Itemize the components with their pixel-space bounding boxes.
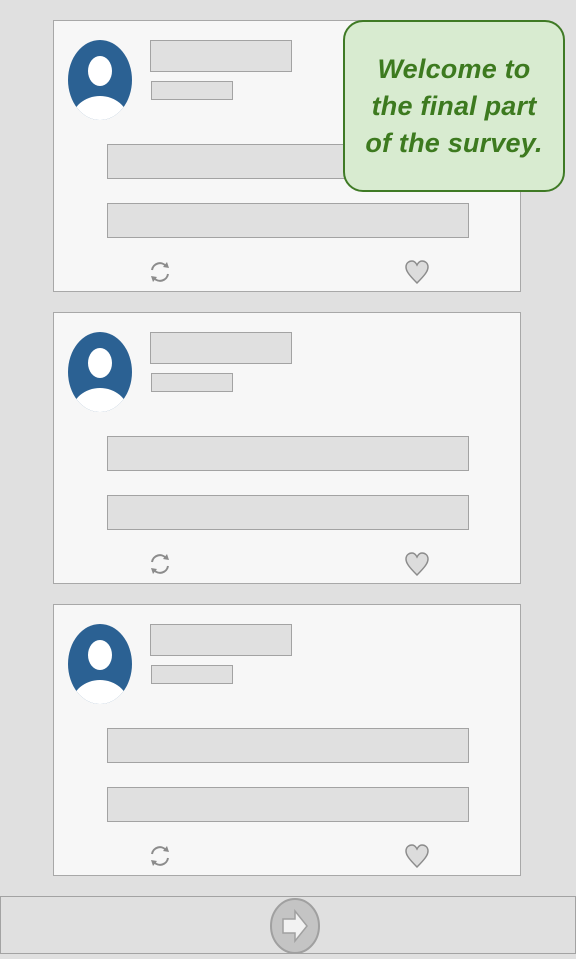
footer-bar: [0, 896, 576, 954]
post-text-placeholder: [107, 728, 469, 763]
post-card: [53, 312, 521, 584]
callout-line: Welcome to: [377, 53, 531, 84]
retweet-icon[interactable]: [146, 258, 174, 286]
heart-icon[interactable]: [403, 550, 431, 578]
handle-placeholder: [151, 81, 233, 100]
username-placeholder: [150, 624, 292, 656]
callout-line: the final part: [371, 90, 537, 121]
username-placeholder: [150, 40, 292, 72]
post-card: [53, 604, 521, 876]
handle-placeholder: [151, 665, 233, 684]
post-text-placeholder: [107, 203, 469, 238]
callout-line: of the survey.: [365, 127, 543, 158]
survey-welcome-callout: Welcome to the final part of the survey.: [343, 20, 565, 192]
user-avatar-icon: [68, 624, 132, 704]
user-avatar-icon: [68, 40, 132, 120]
post-text-placeholder: [107, 436, 469, 471]
callout-message: Welcome to the final part of the survey.: [365, 51, 542, 162]
username-placeholder: [150, 332, 292, 364]
heart-icon[interactable]: [403, 842, 431, 870]
post-text-placeholder: [107, 787, 469, 822]
handle-placeholder: [151, 373, 233, 392]
retweet-icon[interactable]: [146, 550, 174, 578]
user-avatar-icon: [68, 332, 132, 412]
heart-icon[interactable]: [403, 258, 431, 286]
post-text-placeholder: [107, 495, 469, 530]
next-button[interactable]: [269, 897, 321, 955]
retweet-icon[interactable]: [146, 842, 174, 870]
